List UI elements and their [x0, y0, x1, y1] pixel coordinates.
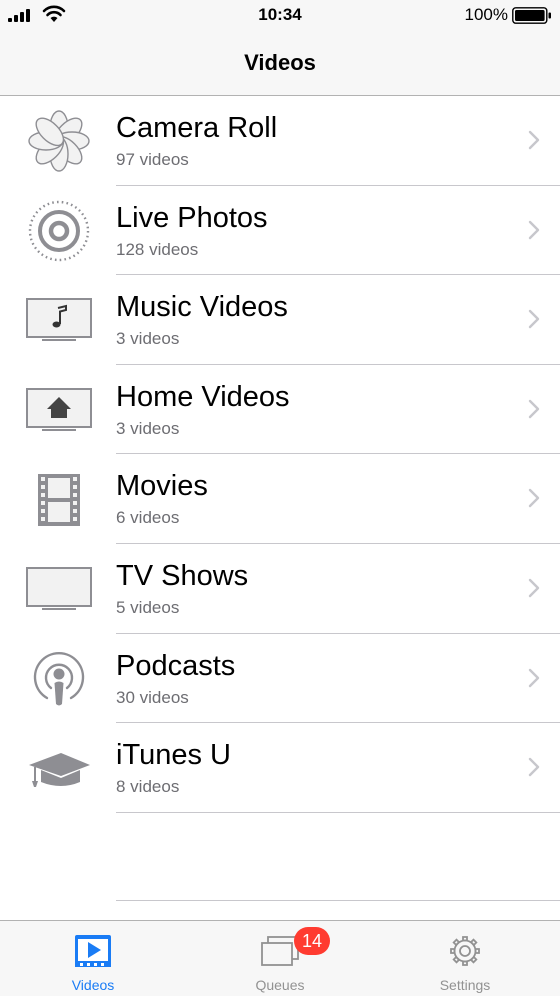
live-photos-icon: [28, 200, 90, 261]
row-subtitle: 6 videos: [116, 508, 180, 528]
battery-icon: [512, 7, 551, 24]
row-title: TV Shows: [116, 559, 249, 592]
list-item-camera-roll[interactable]: Camera Roll 97 videos: [0, 96, 560, 186]
camera-roll-icon: [28, 110, 90, 172]
list-item-podcasts[interactable]: Podcasts 30 videos: [0, 634, 560, 724]
chevron-right-icon: [528, 309, 540, 329]
chevron-right-icon: [528, 668, 540, 687]
tab-label: Settings: [439, 977, 491, 993]
videos-tab-icon: [75, 935, 111, 967]
chevron-right-icon: [528, 130, 540, 150]
row-subtitle: 30 videos: [116, 687, 189, 707]
row-subtitle: 128 videos: [116, 239, 199, 259]
tab-label: Queues: [255, 977, 305, 993]
navigation-bar: Videos: [0, 30, 560, 96]
row-subtitle: 8 videos: [116, 777, 180, 797]
chevron-right-icon: [528, 399, 540, 418]
row-title: Music Videos: [116, 291, 288, 324]
list-bottom-divider: [116, 900, 560, 901]
row-subtitle: 97 videos: [116, 150, 189, 169]
status-bar: 10:34 100%: [0, 0, 560, 30]
music-videos-icon: [26, 298, 92, 342]
row-subtitle: 3 videos: [116, 418, 180, 438]
chevron-right-icon: [528, 220, 540, 239]
tab-label: Videos: [71, 977, 115, 993]
row-subtitle: 3 videos: [116, 329, 180, 349]
settings-gear-icon: [450, 936, 480, 966]
list-item-music-videos[interactable]: Music Videos 3 videos: [0, 275, 560, 365]
itunes-u-icon: [29, 753, 90, 788]
video-category-list: Camera Roll 97 videos Live Photos 128 vi…: [0, 96, 560, 813]
row-title: Live Photos: [116, 201, 268, 234]
list-item-itunes-u[interactable]: iTunes U 8 videos: [0, 723, 560, 813]
row-title: Movies: [116, 470, 208, 503]
home-videos-icon: [26, 387, 92, 431]
row-title: Home Videos: [116, 380, 290, 413]
list-item-live-photos[interactable]: Live Photos 128 videos: [0, 186, 560, 276]
row-subtitle: 5 videos: [116, 597, 180, 617]
list-item-movies[interactable]: Movies 6 videos: [0, 454, 560, 544]
chevron-right-icon: [528, 578, 540, 598]
list-item-home-videos[interactable]: Home Videos 3 videos: [0, 365, 560, 455]
chevron-right-icon: [528, 757, 540, 777]
page-title: Videos: [244, 50, 316, 75]
tab-settings[interactable]: Settings: [395, 921, 535, 996]
tab-queues[interactable]: 14 Queues: [210, 921, 350, 996]
tv-shows-icon: [26, 566, 92, 610]
movies-icon: [38, 474, 80, 527]
list-item-tv-shows[interactable]: TV Shows 5 videos: [0, 544, 560, 634]
queues-badge: 14: [294, 927, 331, 955]
row-title: Podcasts: [116, 649, 236, 682]
row-title: iTunes U: [116, 739, 231, 772]
podcasts-icon: [33, 651, 85, 706]
battery-percent: 100%: [464, 5, 508, 24]
row-title: Camera Roll: [116, 112, 278, 144]
tab-videos[interactable]: Videos: [23, 921, 163, 996]
chevron-right-icon: [528, 489, 540, 508]
tab-bar: Videos 14 Queues Settings: [0, 920, 560, 996]
